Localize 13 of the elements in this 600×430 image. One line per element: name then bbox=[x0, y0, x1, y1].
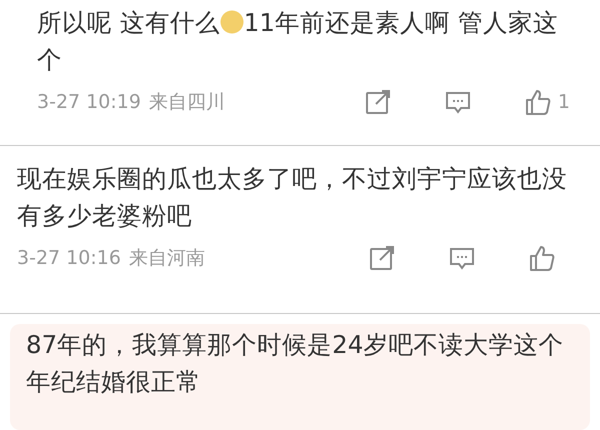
comment-text: 87年的，我算算那个时候是24岁吧不读大学这个年纪结婚很正常 bbox=[10, 324, 590, 430]
comment-time: 3-27 10:19 bbox=[37, 90, 141, 115]
comment-location: 来自河南 bbox=[128, 246, 205, 271]
comment-text: 所以呢 这有什么 11年前还是素人啊 管人家这个 bbox=[37, 7, 559, 76]
comment-text: 现在娱乐圈的瓜也太多了吧，不过刘宇宁应该也没有多少老婆粉吧 bbox=[17, 163, 568, 232]
comment-location: 来自四川 bbox=[148, 90, 225, 115]
share-icon[interactable] bbox=[368, 244, 396, 272]
like-count: 1 bbox=[558, 90, 570, 115]
share-icon[interactable] bbox=[364, 88, 392, 116]
emoji-icon bbox=[220, 10, 244, 34]
like-icon[interactable] bbox=[528, 244, 556, 272]
comment-time: 3-27 10:16 bbox=[17, 246, 121, 271]
like-icon[interactable] bbox=[524, 88, 552, 116]
